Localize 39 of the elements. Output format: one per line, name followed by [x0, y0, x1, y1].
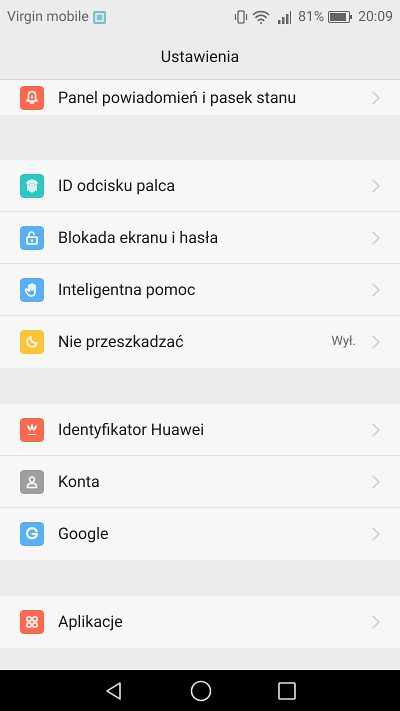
item-label: Inteligentna pomoc	[58, 278, 196, 300]
chevron-right-icon	[372, 335, 380, 349]
home-icon[interactable]	[190, 680, 212, 702]
chevron-right-icon	[372, 178, 380, 192]
carrier-name: Virgin mobile	[7, 8, 89, 26]
battery-percent: 81%	[298, 8, 324, 26]
settings-item[interactable]: Inteligentna pomoc	[0, 264, 400, 316]
chevron-right-icon	[372, 230, 380, 244]
item-label: Aplikacje	[58, 611, 124, 633]
item-label: Identyfikator Huawei	[58, 418, 206, 440]
item-value: Wył.	[331, 333, 356, 352]
settings-item[interactable]: Blokada ekranu i hasła	[0, 212, 400, 264]
settings-item[interactable]: Google	[0, 508, 400, 560]
chevron-right-icon	[372, 615, 380, 629]
wifi-icon	[252, 10, 270, 24]
chevron-right-icon	[372, 90, 380, 104]
chevron-right-icon	[372, 282, 380, 296]
settings-item[interactable]: Nie przeszkadzać Wył.	[0, 316, 400, 368]
settings-item[interactable]: Identyfikator Huawei	[0, 404, 400, 456]
settings-item[interactable]: Panel powiadomień i pasek stanu	[0, 80, 400, 115]
chevron-right-icon	[372, 422, 380, 436]
clock: 20:09	[358, 8, 393, 26]
settings-item[interactable]: Konta	[0, 456, 400, 508]
item-label: Blokada ekranu i hasła	[58, 226, 220, 248]
battery-icon	[328, 11, 352, 23]
settings-item[interactable]: ID odcisku palca	[0, 160, 400, 212]
back-icon[interactable]	[104, 680, 124, 700]
chevron-right-icon	[372, 527, 380, 541]
item-label: Panel powiadomień i pasek stanu	[58, 86, 298, 108]
item-label: Nie przeszkadzać	[58, 331, 185, 353]
recent-apps-icon[interactable]	[278, 682, 296, 700]
settings-item[interactable]: Aplikacje	[0, 596, 400, 648]
vibrate-icon	[234, 10, 248, 24]
screen-title: Ustawienia	[160, 46, 240, 68]
image-icon	[92, 10, 106, 24]
chevron-right-icon	[372, 474, 380, 488]
item-label: Konta	[58, 470, 101, 492]
item-label: Google	[58, 523, 110, 545]
item-label: ID odcisku palca	[58, 174, 176, 196]
